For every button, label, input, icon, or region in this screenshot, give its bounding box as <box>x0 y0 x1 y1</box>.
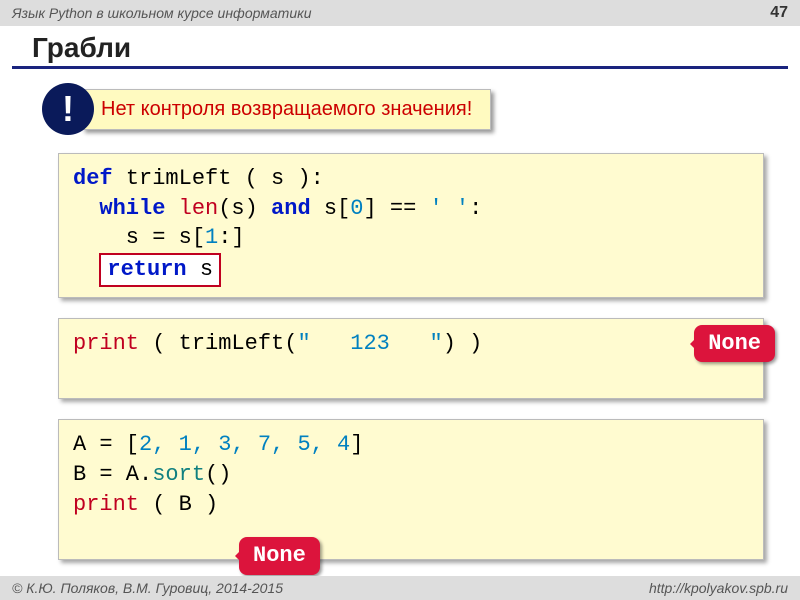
callout-none-2: None <box>239 537 320 575</box>
slide-footer: © К.Ю. Поляков, В.М. Гуровиц, 2014-2015 … <box>0 576 800 600</box>
code-block-1: def trimLeft ( s ): while len(s) and s[0… <box>58 153 764 298</box>
slide-header: Язык Python в школьном курсе информатики… <box>0 0 800 26</box>
page-number: 47 <box>770 4 788 22</box>
code-block-3: A = [2, 1, 3, 7, 5, 4] B = A.sort() prin… <box>58 419 764 560</box>
callout-none-1: None <box>694 325 775 363</box>
warning-text: Нет контроля возвращаемого значения! <box>82 89 491 130</box>
footer-url: http://kpolyakov.spb.ru <box>649 580 788 596</box>
warning: ! Нет контроля возвращаемого значения! <box>42 83 800 135</box>
return-highlight: return s <box>99 253 221 287</box>
copyright: © К.Ю. Поляков, В.М. Гуровиц, 2014-2015 <box>12 580 283 596</box>
exclamation-icon: ! <box>42 83 94 135</box>
slide-title: Грабли <box>12 26 788 69</box>
course-title: Язык Python в школьном курсе информатики <box>12 5 312 21</box>
code-block-2: print ( trimLeft(" 123 ") ) None <box>58 318 764 399</box>
